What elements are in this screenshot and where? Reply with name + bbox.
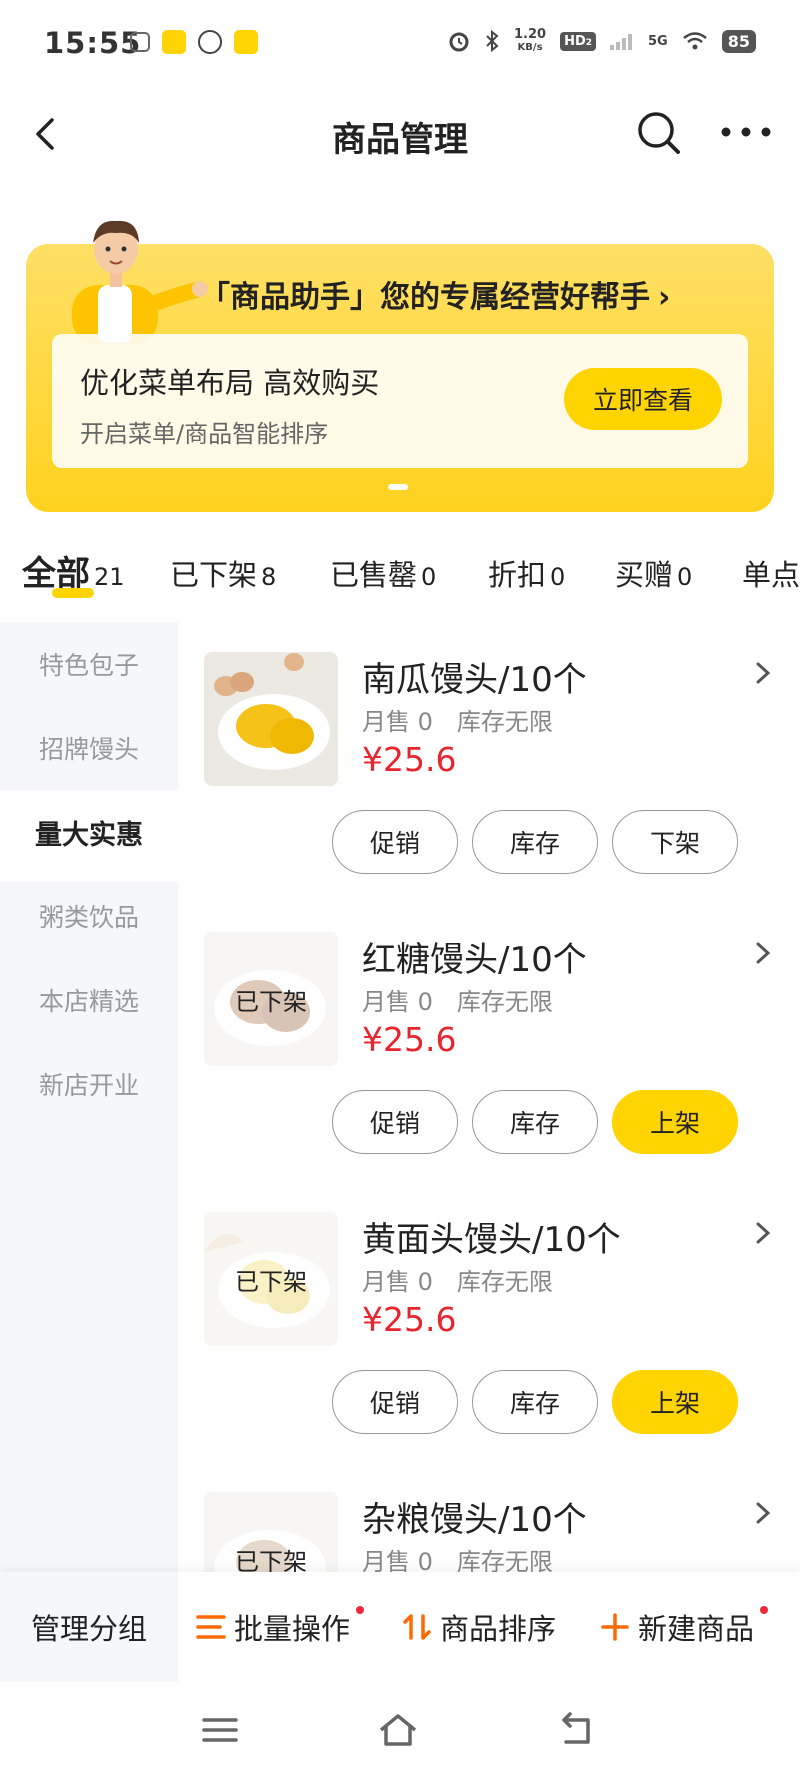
- search-icon[interactable]: [634, 108, 684, 158]
- meituan-icon: [234, 30, 258, 54]
- menu-icon[interactable]: [200, 1710, 240, 1750]
- product-card[interactable]: 南瓜馒头/10个 月售 0 库存无限 ¥25.6 促销 库存 下架: [178, 652, 800, 932]
- status-time: 15:55: [44, 26, 142, 60]
- promotion-button[interactable]: 促销: [332, 1090, 458, 1154]
- delist-button[interactable]: 下架: [612, 810, 738, 874]
- product-image: 已下架: [204, 1212, 338, 1346]
- bottom-action-bar: 管理分组 批量操作 商品排序 新建商品: [0, 1572, 800, 1682]
- category-sidebar: 特色包子 招牌馒头 量大实惠 粥类饮品 本店精选 新店开业: [0, 622, 178, 1572]
- chevron-right-icon[interactable]: [750, 938, 776, 968]
- category-item[interactable]: 本店精选: [0, 958, 178, 1042]
- delisted-overlay: 已下架: [204, 1492, 338, 1572]
- signal-icon: [610, 34, 633, 50]
- category-item[interactable]: 新店开业: [0, 1042, 178, 1126]
- app-header: 商品管理: [0, 90, 800, 200]
- banner-card-title: 优化菜单布局 高效购买: [80, 366, 380, 400]
- product-card[interactable]: 已下架 黄面头馒头/10个 月售 0 库存无限 ¥25.6 促销 库存 上架: [178, 1212, 800, 1492]
- category-item[interactable]: 粥类饮品: [0, 874, 178, 958]
- notification-dot: [760, 1606, 768, 1614]
- chevron-right-icon[interactable]: [750, 658, 776, 688]
- status-tabs: 全部 21 已下架 8 已售罄 0 折扣 0 买赠 0 单点: [0, 530, 800, 610]
- tab-sold-out[interactable]: 已售罄 0: [330, 552, 436, 594]
- active-tab-indicator: [52, 588, 94, 598]
- sort-icon: [403, 1614, 431, 1640]
- chevron-right-icon[interactable]: [750, 1498, 776, 1528]
- product-price: ¥25.6: [362, 740, 457, 779]
- tab-discount[interactable]: 折扣 0: [488, 552, 565, 594]
- create-product-button[interactable]: 新建商品: [600, 1572, 768, 1682]
- app-icon: [198, 30, 222, 54]
- alarm-icon: [449, 32, 469, 52]
- product-name: 红糖馒头/10个: [362, 940, 587, 980]
- wifi-icon: [682, 32, 707, 50]
- tab-gift[interactable]: 买赠 0: [615, 552, 692, 594]
- product-price: ¥25.6: [362, 1020, 457, 1059]
- banner-card-subtitle: 开启菜单/商品智能排序: [80, 420, 329, 448]
- app-icon: [162, 30, 186, 54]
- banner-title[interactable]: 「商品助手」您的专属经营好帮手 ›: [200, 272, 670, 316]
- product-meta: 月售 0 库存无限: [362, 708, 553, 736]
- more-icon[interactable]: [718, 122, 774, 142]
- category-item[interactable]: 特色包子: [0, 622, 178, 706]
- product-image: 已下架: [204, 932, 338, 1066]
- sort-products-button[interactable]: 商品排序: [402, 1572, 556, 1682]
- status-bar: 15:55 1.20 KB/s HD2 5G 85: [0, 0, 800, 90]
- chevron-right-icon[interactable]: [750, 1218, 776, 1248]
- plus-icon: [601, 1613, 629, 1641]
- banner-card: 优化菜单布局 高效购买 开启菜单/商品智能排序 立即查看: [52, 334, 748, 468]
- back-nav-icon[interactable]: [556, 1710, 596, 1750]
- list-button[interactable]: 上架: [612, 1370, 738, 1434]
- battery-indicator: 85: [721, 29, 756, 53]
- chevron-right-icon: ›: [658, 280, 671, 315]
- network-speed: 1.20 KB/s: [514, 27, 547, 53]
- product-image: 已下架: [204, 1492, 338, 1572]
- mascot-illustration: [72, 220, 208, 345]
- notification-dot: [356, 1606, 364, 1614]
- product-meta: 月售 0 库存无限: [362, 1548, 553, 1572]
- bluetooth-icon: [486, 30, 499, 52]
- stock-button[interactable]: 库存: [472, 1090, 598, 1154]
- product-card[interactable]: 已下架 红糖馒头/10个 月售 0 库存无限 ¥25.6 促销 库存 上架: [178, 932, 800, 1212]
- category-item[interactable]: 招牌馒头: [0, 706, 178, 790]
- status-right: 1.20 KB/s HD2 5G 85: [448, 28, 756, 54]
- list-button[interactable]: 上架: [612, 1090, 738, 1154]
- list-icon: [196, 1615, 226, 1639]
- delisted-overlay: 已下架: [204, 932, 338, 1066]
- product-meta: 月售 0 库存无限: [362, 1268, 553, 1296]
- product-card[interactable]: 已下架 杂粮馒头/10个 月售 0 库存无限: [178, 1492, 800, 1572]
- stock-button[interactable]: 库存: [472, 1370, 598, 1434]
- promotion-button[interactable]: 促销: [332, 1370, 458, 1434]
- product-meta: 月售 0 库存无限: [362, 988, 553, 1016]
- home-icon[interactable]: [378, 1710, 418, 1750]
- network-type: 5G: [648, 33, 668, 49]
- product-price: ¥25.6: [362, 1300, 457, 1339]
- product-name: 黄面头馒头/10个: [362, 1220, 621, 1260]
- notification-icon: [130, 32, 150, 52]
- batch-operation-button[interactable]: 批量操作: [196, 1572, 364, 1682]
- tab-single[interactable]: 单点: [742, 552, 800, 594]
- promotion-button[interactable]: 促销: [332, 810, 458, 874]
- tab-delisted[interactable]: 已下架 8: [170, 552, 276, 594]
- product-name: 杂粮馒头/10个: [362, 1500, 587, 1540]
- delisted-overlay: 已下架: [204, 1212, 338, 1346]
- status-app-icons: [130, 30, 258, 54]
- category-item-active[interactable]: 量大实惠: [0, 790, 178, 874]
- system-navigation-bar: [0, 1682, 800, 1778]
- view-now-button[interactable]: 立即查看: [564, 368, 722, 430]
- stock-button[interactable]: 库存: [472, 810, 598, 874]
- carousel-indicator: [388, 484, 408, 490]
- hd-icon: HD2: [560, 31, 597, 51]
- manage-groups-button[interactable]: 管理分组: [0, 1572, 178, 1682]
- product-name: 南瓜馒头/10个: [362, 660, 587, 700]
- product-image: [204, 652, 338, 786]
